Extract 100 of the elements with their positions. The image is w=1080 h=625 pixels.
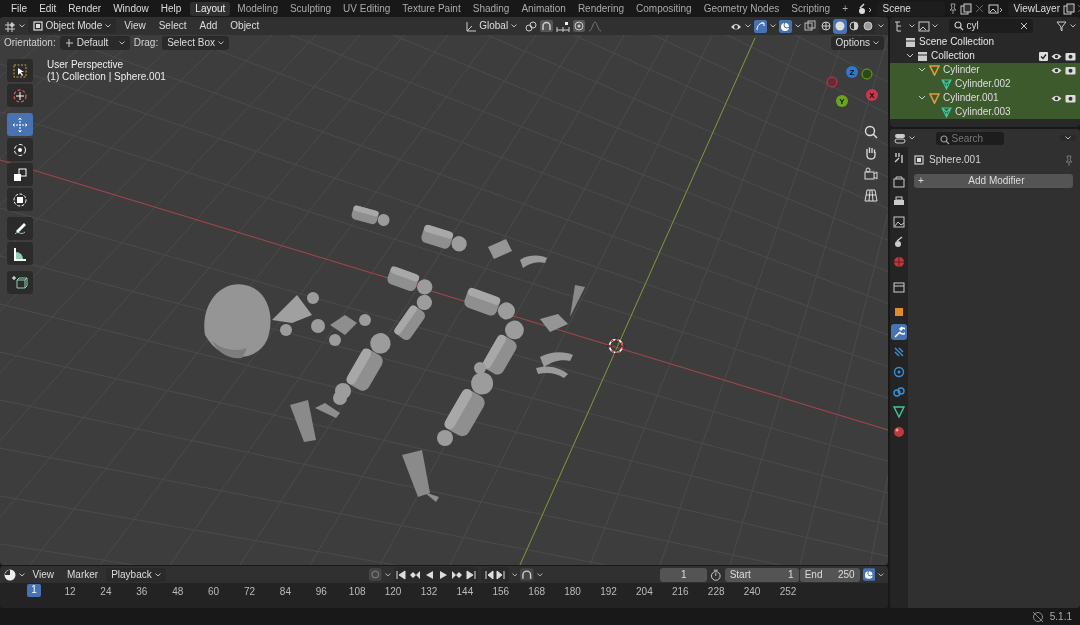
frame-number: 60 <box>208 586 220 598</box>
editor-type-icon[interactable] <box>4 20 16 32</box>
axis-handle[interactable]: Z <box>846 66 858 78</box>
search-field[interactable]: cyl <box>949 19 1033 33</box>
axis-handle[interactable]: Y <box>836 95 848 107</box>
eye-icon[interactable] <box>1051 65 1062 75</box>
axis-handle[interactable]: X <box>866 89 878 101</box>
tool-button[interactable] <box>7 59 33 82</box>
snap-icon[interactable] <box>540 20 554 32</box>
menu-item[interactable]: Marker <box>62 567 104 582</box>
zoom-icon[interactable] <box>864 125 878 139</box>
jump-end-icon[interactable] <box>464 568 477 581</box>
next-keyframe-icon[interactable] <box>450 568 463 581</box>
eye-icon[interactable] <box>1051 93 1062 103</box>
workspace-tab[interactable]: Geometry Nodes <box>698 1 785 16</box>
sync-icon[interactable] <box>862 568 876 581</box>
properties-tab[interactable] <box>891 384 907 400</box>
clear-icon[interactable] <box>1020 22 1028 30</box>
outliner-item[interactable]: Collection <box>931 50 1036 62</box>
checkbox-icon[interactable] <box>1039 51 1048 61</box>
workspace-tab[interactable]: Animation <box>516 1 571 16</box>
snap-target-icon[interactable] <box>556 20 571 32</box>
orientation-dropdown[interactable]: Default <box>59 36 130 50</box>
properties-tab[interactable] <box>891 214 907 230</box>
perspective-grid-icon[interactable] <box>864 188 878 202</box>
end-frame-field[interactable]: End 250 <box>799 567 860 582</box>
outliner-item[interactable]: Scene Collection <box>919 36 1076 48</box>
tool-button[interactable] <box>7 188 33 211</box>
frame-number: 72 <box>243 586 256 598</box>
properties-tab[interactable] <box>891 324 907 340</box>
properties-tab[interactable] <box>891 364 907 380</box>
tool-button[interactable] <box>7 217 33 240</box>
drag-dropdown[interactable]: Select Box <box>162 36 229 50</box>
menu-item[interactable]: Add <box>194 19 223 33</box>
workspace-tab[interactable]: Shading <box>467 1 515 16</box>
properties-tab[interactable] <box>891 424 907 440</box>
copy-icon[interactable] <box>1063 2 1075 15</box>
menu-item[interactable]: Render <box>63 1 107 16</box>
workspace-tab[interactable]: Compositing <box>631 1 697 16</box>
view-layer-field[interactable]: ViewLayer <box>1008 1 1061 16</box>
pin-icon[interactable] <box>1064 154 1074 166</box>
negative-axis-icon[interactable] <box>861 68 873 80</box>
menu-item[interactable]: Select <box>153 19 192 33</box>
frame-field[interactable]: 1 <box>660 567 708 582</box>
shading-button[interactable] <box>847 18 861 34</box>
hand-icon[interactable] <box>864 146 878 160</box>
menu-item[interactable]: View <box>119 19 151 33</box>
copy-icon[interactable] <box>960 2 973 15</box>
menu-item[interactable]: File <box>6 1 33 16</box>
camera-icon[interactable] <box>1065 51 1076 61</box>
camera-icon[interactable] <box>864 167 878 181</box>
jump-start-icon[interactable] <box>394 568 407 581</box>
shading-button[interactable] <box>833 18 847 34</box>
camera-icon[interactable] <box>1065 93 1076 103</box>
workspace-tab[interactable]: Rendering <box>572 1 630 16</box>
add-tab-button[interactable]: + <box>837 1 853 16</box>
eye-icon[interactable] <box>1051 51 1062 61</box>
scene-field[interactable]: Scene <box>877 1 946 16</box>
tool-button[interactable] <box>7 138 33 161</box>
stopwatch-icon[interactable] <box>710 568 722 581</box>
workspace-tab[interactable]: Texture Paint <box>397 1 466 16</box>
display-mode-icon[interactable] <box>917 20 930 32</box>
workspace-tab[interactable]: UV Editing <box>338 1 396 16</box>
properties-tab[interactable] <box>891 404 907 420</box>
playback-dropdown[interactable]: Playback <box>106 567 166 582</box>
keyframe-toggle-icon[interactable] <box>369 568 382 581</box>
properties-tab[interactable] <box>891 174 907 190</box>
workspace-tab[interactable]: Scripting <box>786 1 836 16</box>
workspace-tab[interactable]: Sculpting <box>284 1 337 16</box>
filter-icon[interactable] <box>1056 20 1067 32</box>
pivot-icon[interactable] <box>525 20 538 32</box>
orientation-dropdown[interactable]: Global <box>460 19 523 33</box>
camera-icon[interactable] <box>1065 65 1076 75</box>
properties-editor-icon[interactable] <box>894 132 906 144</box>
mode-dropdown[interactable]: Object Mode <box>27 19 117 33</box>
search-field[interactable]: Search <box>935 131 1004 145</box>
options-dropdown[interactable]: Options <box>830 36 884 50</box>
tool-button[interactable] <box>7 163 33 186</box>
proportional-edit-icon[interactable] <box>573 20 586 32</box>
menu-item[interactable]: Window <box>108 1 154 16</box>
network-off-icon[interactable] <box>1031 610 1044 623</box>
clock-editor-icon[interactable] <box>4 568 16 581</box>
gizmo-icon[interactable] <box>754 19 767 33</box>
add-modifier-button[interactable]: + Add Modifier <box>914 174 1073 188</box>
menu-item[interactable]: Edit <box>34 1 62 16</box>
menu-item[interactable]: Object <box>225 19 265 33</box>
menu-item[interactable]: View <box>27 567 59 582</box>
shading-button[interactable] <box>819 18 833 34</box>
close-icon[interactable] <box>975 4 984 13</box>
overlay-icon[interactable] <box>779 19 792 33</box>
menu-item[interactable]: Help <box>155 1 187 16</box>
workspace-tab[interactable]: Modeling <box>232 1 283 16</box>
playhead[interactable]: 1 <box>27 584 41 597</box>
pin-icon[interactable] <box>948 3 958 14</box>
shading-button[interactable] <box>861 18 875 34</box>
workspace-tab[interactable]: Layout <box>190 1 231 16</box>
xray-icon[interactable] <box>804 20 816 32</box>
properties-tab[interactable] <box>891 279 907 295</box>
start-frame-field[interactable]: Start 1 <box>724 567 799 582</box>
tool-button[interactable] <box>7 242 33 265</box>
